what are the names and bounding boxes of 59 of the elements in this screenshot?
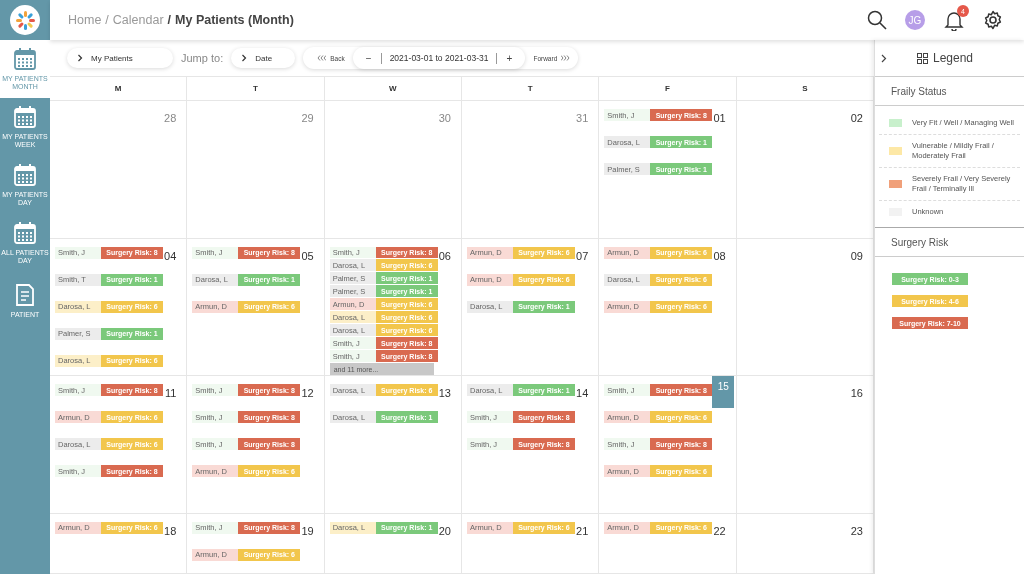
section-title: Fraily Status [875,77,1024,106]
settings-icon[interactable] [983,10,1003,30]
chevron-icon[interactable] [881,53,887,63]
day-number: 30 [437,111,452,126]
double-right-icon [561,55,571,61]
jump-to-label: Jump to: [181,52,224,64]
day-number: 04 [163,248,178,264]
day-number: 13 [437,386,452,401]
minus-button[interactable]: − [356,51,381,65]
day-number: 05 [300,248,315,264]
day-number: 31 [575,111,590,126]
day-number: 15 [712,376,735,408]
bell-icon[interactable] [943,9,965,31]
day-number: 02 [849,111,864,126]
day-number: 07 [575,248,590,264]
weekday-header: S [736,77,874,101]
day-number: 11 [163,386,178,401]
calendar-icon [13,163,37,187]
day-number: 09 [849,248,864,264]
page-title: My Patients (Month) [175,13,294,27]
section-title: Surgery Risk [875,228,1024,257]
day-number: 14 [575,386,590,401]
date-dropdown[interactable]: Date [231,48,296,68]
calendar-icon [13,221,37,245]
day-number: 01 [712,111,727,126]
day-number: 18 [163,523,178,539]
weekday-header: T [187,77,325,101]
calendar-icon [13,47,37,71]
double-left-icon [317,55,327,61]
logo-icon[interactable] [13,8,37,32]
plus-button[interactable]: + [497,51,522,65]
day-number: 21 [575,523,590,539]
chevron-icon [241,54,248,62]
view-dropdown[interactable]: My Patients [67,48,173,68]
date-range: 2021-03-01 to 2021-03-31 [380,52,498,64]
day-number: 06 [437,248,452,264]
search-icon[interactable] [867,10,887,30]
breadcrumb-link[interactable]: Calendar [112,13,164,27]
day-number: 08 [712,248,727,264]
day-number: 19 [300,523,315,539]
legend-title: Legend [933,51,974,65]
day-number: 29 [300,111,315,126]
day-number: 20 [437,523,452,539]
document-icon [13,283,37,307]
weekday-header: T [462,77,600,101]
day-number: 22 [712,523,727,539]
breadcrumb-separator: / [167,13,172,27]
day-number: 12 [300,386,315,401]
calendar-icon [13,105,37,129]
day-number: 28 [163,111,178,126]
grid-icon [917,52,928,64]
chevron-icon [77,54,83,62]
day-number: 16 [849,386,864,401]
weekday-header: W [324,77,462,101]
breadcrumb-link[interactable]: Home [68,13,102,27]
day-number: 23 [849,523,864,539]
weekday-header: F [599,77,737,101]
weekday-header: M [50,77,188,101]
breadcrumb-separator: / [105,13,109,27]
